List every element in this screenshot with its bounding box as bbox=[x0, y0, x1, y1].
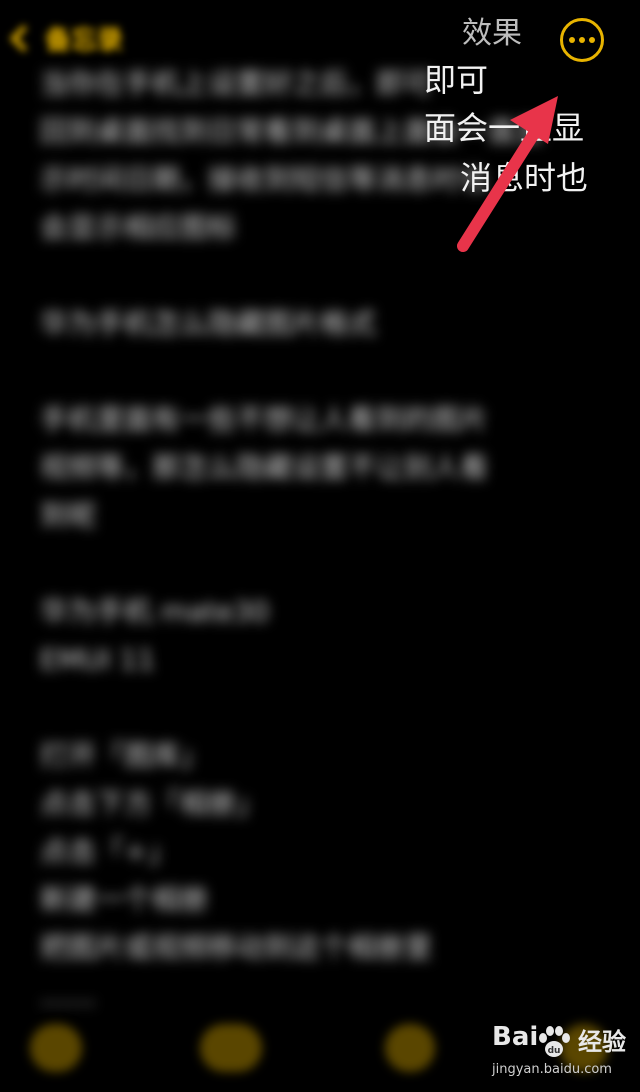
note-line: 点击下方「相册」 bbox=[40, 787, 265, 820]
note-line: 会显示相应图标 bbox=[40, 211, 237, 244]
title-fragment: 效果 bbox=[462, 16, 522, 51]
note-body: 当你在手机上设置好之后，即可 回到桌面找到日常看到桌面上面会一直显 示时间日期，接收… bbox=[40, 60, 600, 1020]
note-line: EMUI 11 bbox=[40, 643, 156, 676]
ellipsis-circle-icon bbox=[569, 37, 575, 43]
note-line: 打开「图库」 bbox=[40, 739, 209, 772]
chevron-left-icon bbox=[10, 25, 37, 52]
note-line: 手机里面有一些不想让人看到的图片 bbox=[40, 403, 489, 436]
watermark-brand: Bai bbox=[492, 1022, 539, 1052]
back-label: 备忘录 bbox=[45, 26, 124, 56]
note-blank-line bbox=[40, 252, 600, 300]
visible-text-fragment: 即可 bbox=[424, 61, 489, 99]
note-line: 把图片或视频移动到这个相册里 bbox=[40, 931, 433, 964]
watermark-url: jingyan.baidu.com bbox=[492, 1062, 612, 1077]
note-blank-line bbox=[40, 684, 600, 732]
table-icon[interactable] bbox=[200, 1024, 262, 1072]
note-blank-line bbox=[40, 348, 600, 396]
note-line: 视频等，那怎么隐藏设置不让别人看 bbox=[40, 451, 489, 484]
note-line: 当你在手机上设置好之后，即可 bbox=[40, 67, 433, 100]
note-line: 点击「+」 bbox=[40, 835, 176, 868]
camera-icon[interactable] bbox=[385, 1024, 435, 1072]
svg-text:du: du bbox=[548, 1046, 561, 1056]
note-line: 华为手机怎么隐藏图片格式 bbox=[40, 307, 377, 340]
note-line: 到呢 bbox=[40, 499, 97, 532]
more-options-button[interactable] bbox=[560, 18, 604, 62]
baidu-jingyan-watermark: Bai du 经验 jingyan.baidu.com bbox=[488, 1022, 638, 1086]
note-line: 华为手机 mate30 bbox=[40, 595, 270, 628]
visible-text-fragment: 消息时也 bbox=[460, 159, 589, 197]
back-button[interactable]: 备忘录 bbox=[10, 20, 124, 57]
note-blank-line bbox=[40, 540, 600, 588]
note-line: 新建一个相册 bbox=[40, 883, 209, 916]
watermark-brand-suffix: 经验 bbox=[578, 1028, 626, 1056]
paw-logo-icon: du bbox=[539, 1026, 570, 1057]
checklist-icon[interactable] bbox=[30, 1024, 82, 1072]
visible-text-fragment: 面会一直显 bbox=[424, 109, 585, 147]
